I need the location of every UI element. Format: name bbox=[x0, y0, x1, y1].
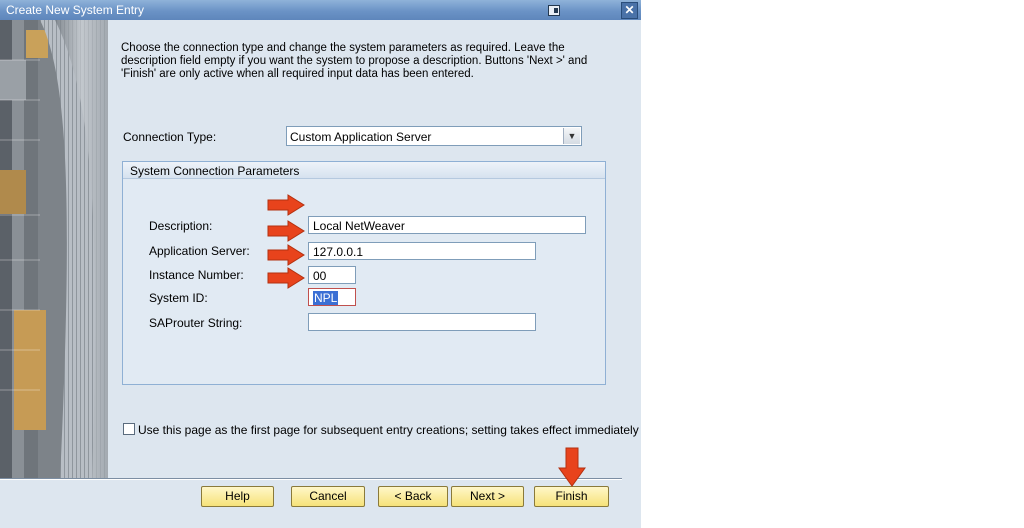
annotation-arrow-icon bbox=[267, 244, 305, 266]
first-page-checkbox[interactable] bbox=[123, 423, 135, 435]
instance-number-field[interactable]: 00 bbox=[308, 266, 356, 284]
create-system-entry-dialog: Create New System Entry ✕ Choose the con… bbox=[0, 0, 641, 528]
connection-type-select[interactable]: Custom Application Server ▼ bbox=[286, 126, 582, 146]
system-id-label: System ID: bbox=[149, 291, 208, 305]
annotation-arrow-icon bbox=[267, 194, 305, 216]
finish-button[interactable]: Finish bbox=[534, 486, 609, 507]
next-button[interactable]: Next > bbox=[451, 486, 524, 507]
cancel-button[interactable]: Cancel bbox=[291, 486, 365, 507]
system-id-field[interactable]: NPL bbox=[308, 288, 356, 306]
first-page-checkbox-label: Use this page as the first page for subs… bbox=[138, 423, 639, 437]
wizard-content: Choose the connection type and change th… bbox=[108, 20, 641, 480]
button-bar: Help Cancel < Back Next > Finish bbox=[0, 478, 641, 528]
description-label: Description: bbox=[149, 219, 213, 233]
chevron-down-icon[interactable]: ▼ bbox=[563, 128, 580, 144]
group-header: System Connection Parameters bbox=[123, 162, 605, 179]
separator-highlight bbox=[0, 479, 622, 480]
application-server-field[interactable]: 127.0.0.1 bbox=[308, 242, 536, 260]
connection-type-value: Custom Application Server bbox=[290, 130, 432, 144]
instance-number-label: Instance Number: bbox=[149, 268, 244, 282]
annotation-arrow-icon bbox=[267, 267, 305, 289]
system-id-value: NPL bbox=[313, 291, 339, 305]
help-button[interactable]: Help bbox=[201, 486, 274, 507]
title-bar: Create New System Entry ✕ bbox=[0, 0, 641, 20]
window-title: Create New System Entry bbox=[6, 3, 145, 17]
application-server-value: 127.0.0.1 bbox=[313, 245, 364, 259]
instruction-text: Choose the connection type and change th… bbox=[121, 42, 588, 80]
close-icon[interactable]: ✕ bbox=[621, 2, 638, 19]
system-connection-parameters-group: System Connection Parameters Description… bbox=[122, 161, 606, 385]
annotation-arrow-icon bbox=[267, 220, 305, 242]
description-value: Local NetWeaver bbox=[313, 219, 405, 233]
decorative-building-image bbox=[0, 20, 108, 480]
saprouter-string-field[interactable] bbox=[308, 313, 536, 331]
back-button[interactable]: < Back bbox=[378, 486, 448, 507]
restore-icon[interactable] bbox=[547, 3, 561, 17]
application-server-label: Application Server: bbox=[149, 244, 250, 258]
saprouter-string-label: SAProuter String: bbox=[149, 316, 243, 330]
annotation-arrow-down-icon bbox=[558, 447, 586, 487]
connection-type-label: Connection Type: bbox=[123, 130, 217, 144]
instance-number-value: 00 bbox=[313, 269, 327, 283]
description-field[interactable]: Local NetWeaver bbox=[308, 216, 586, 234]
group-title: System Connection Parameters bbox=[130, 164, 300, 178]
